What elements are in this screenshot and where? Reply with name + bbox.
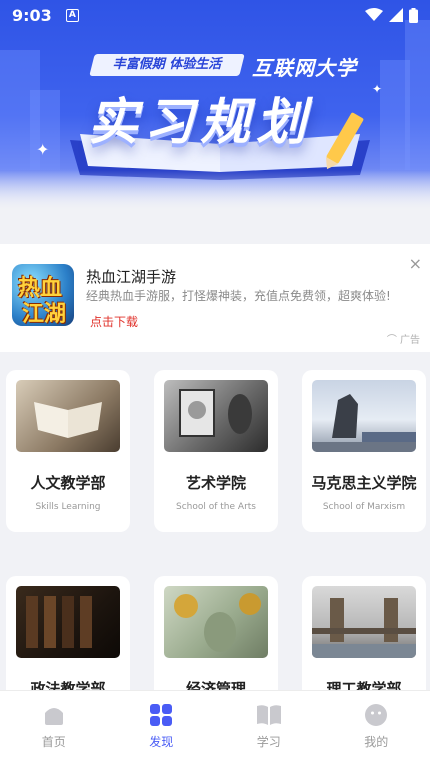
tab-discover[interactable]: 发现 (108, 691, 216, 764)
bridge-photo (312, 586, 416, 658)
home-icon (44, 708, 63, 725)
tab-mine[interactable]: 我的 (323, 691, 430, 764)
status-icons (365, 7, 418, 23)
ad-card[interactable]: 热血 江湖 热血江湖手游 经典热血手游服，打怪爆神装，充值点免费领，超爽体验! … (0, 244, 430, 352)
tab-home[interactable]: 首页 (0, 691, 108, 764)
signal-icon (389, 8, 403, 22)
profile-icon (365, 704, 388, 726)
banner[interactable]: ✦ ✦ 丰富假期 体验生活 互联网大学 实习规划 (0, 0, 430, 210)
wifi-icon (365, 8, 383, 21)
art-photo (164, 380, 268, 452)
battery-icon (409, 7, 418, 23)
discover-grid-icon (150, 704, 173, 726)
ad-description: 经典热血手游服，打怪爆神装，充值点免费领，超爽体验! (86, 289, 391, 303)
school-name: 人文教学部 (30, 474, 106, 492)
tab-study[interactable]: 学习 (215, 691, 323, 764)
ad-label: ⌒ 广告 (386, 335, 420, 346)
school-card-arts[interactable]: 艺术学院 School of the Arts (154, 370, 278, 532)
banner-title: 实习规划 (88, 93, 312, 151)
book-photo (16, 380, 120, 452)
ad-title[interactable]: 热血江湖手游 (86, 266, 176, 287)
banner-university: 互联网大学 (252, 56, 357, 80)
sparkle-icon: ✦ (372, 82, 383, 96)
library-photo (16, 586, 120, 658)
banner-slogan: 丰富假期 体验生活 (89, 54, 245, 76)
building-decoration (405, 20, 430, 170)
sparkle-icon: ✦ (36, 140, 50, 159)
statue-photo (312, 380, 416, 452)
school-subtitle: Skills Learning (35, 502, 101, 512)
game-app-icon[interactable]: 热血 江湖 (12, 264, 74, 326)
tab-label: 学习 (256, 735, 281, 749)
a-icon: A (65, 8, 79, 22)
status-time: 9:03 (12, 5, 52, 25)
school-name: 马克思主义学院 (311, 474, 417, 492)
ad-icon-text: 江湖 (22, 302, 67, 326)
school-name: 艺术学院 (185, 474, 246, 492)
school-card-marxism[interactable]: 马克思主义学院 School of Marxism (302, 370, 426, 532)
banner-fade (0, 170, 430, 210)
tab-label: 我的 (364, 735, 389, 749)
school-subtitle: School of Marxism (322, 502, 406, 512)
tab-label: 发现 (149, 735, 174, 749)
school-card-humanities[interactable]: 人文教学部 Skills Learning (6, 370, 130, 532)
book-icon (256, 705, 281, 725)
close-icon[interactable]: × (409, 254, 422, 273)
status-bar: 9:03 A (0, 0, 430, 30)
download-link[interactable]: 点击下载 (90, 313, 138, 330)
money-photo (164, 586, 268, 658)
ad-label-text: 广告 (400, 335, 420, 346)
school-subtitle: School of the Arts (176, 502, 256, 512)
tab-label: 首页 (41, 735, 66, 749)
bottom-tab-bar: 首页 发现 学习 我的 (0, 690, 430, 764)
app-screen: ✦ ✦ 丰富假期 体验生活 互联网大学 实习规划 9:03 A 热血 江湖 热血… (0, 0, 430, 764)
